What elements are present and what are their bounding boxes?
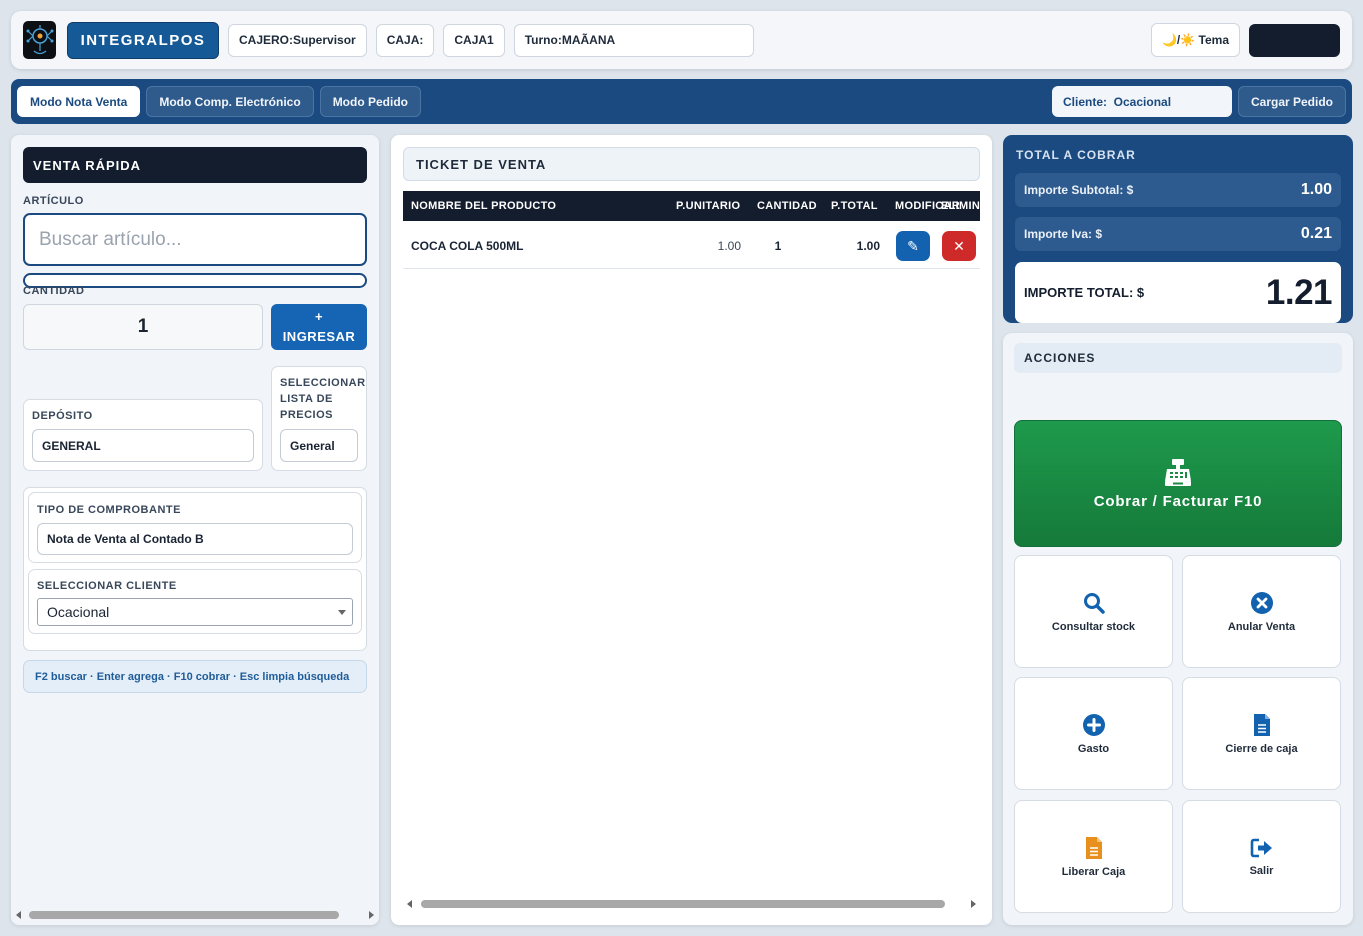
- subtotal-label: Importe Subtotal: $: [1024, 183, 1134, 197]
- left-horizontal-scrollbar[interactable]: [14, 908, 376, 922]
- seleccionar-cliente-label: SELECCIONAR CLIENTE: [37, 580, 177, 592]
- deposito-label: DEPÓSITO: [32, 410, 93, 422]
- cliente-select[interactable]: Ocacional: [37, 598, 353, 626]
- document-icon: [1085, 836, 1102, 859]
- actions-panel: ACCIONES Cobrar / Facturar F10 Consultar…: [1003, 333, 1353, 925]
- cancel-circle-icon: [1250, 591, 1273, 614]
- theme-toggle-button[interactable]: 🌙/☀️ Tema: [1151, 23, 1240, 57]
- cobrar-facturar-button[interactable]: Cobrar / Facturar F10: [1014, 420, 1342, 547]
- total-row: IMPORTE TOTAL: $ 1.21: [1015, 262, 1341, 323]
- caja-value-chip: CAJA1: [443, 23, 505, 57]
- mode-nota-venta-button[interactable]: Modo Nota Venta: [17, 86, 141, 117]
- lista-precios-label: SELECCIONAR LISTA DE PRECIOS: [280, 377, 366, 421]
- keyboard-hint: F2 buscar · Enter agrega · F10 cobrar · …: [23, 660, 367, 693]
- cantidad-input[interactable]: 1: [23, 304, 263, 350]
- ticket-table-header: NOMBRE DEL PRODUCTO P.UNITARIO CANTIDAD …: [403, 191, 980, 221]
- col-nombre: NOMBRE DEL PRODUCTO: [411, 200, 557, 212]
- ticket-horizontal-scrollbar[interactable]: [405, 897, 978, 911]
- cash-register-icon: [1165, 459, 1191, 486]
- lista-precios-field[interactable]: General: [280, 429, 358, 462]
- articulo-label: ARTÍCULO: [23, 195, 84, 207]
- cierre-de-caja-button[interactable]: Cierre de caja: [1182, 677, 1341, 790]
- cajero-chip: CAJERO:Supervisor: [228, 23, 367, 57]
- venta-rapida-title: VENTA RÁPIDA: [23, 147, 367, 183]
- col-unitario: P.UNITARIO: [676, 200, 741, 212]
- gasto-button[interactable]: Gasto: [1014, 677, 1173, 790]
- ticket-panel: TICKET DE VENTA NOMBRE DEL PRODUCTO P.UN…: [391, 135, 992, 925]
- cargar-pedido-button[interactable]: Cargar Pedido: [1238, 86, 1346, 117]
- cobrar-label: Cobrar / Facturar F10: [1093, 493, 1263, 510]
- sign-out-icon: [1250, 838, 1272, 857]
- totals-panel: TOTAL A COBRAR Importe Subtotal: $ 1.00 …: [1003, 135, 1353, 323]
- table-row[interactable]: COCA COLA 500ML 1.00 1 1.00 ✎ ✕: [403, 223, 980, 269]
- plus-circle-icon: [1082, 713, 1105, 736]
- gasto-label: Gasto: [1077, 742, 1110, 755]
- close-icon: ✕: [953, 237, 965, 254]
- col-cantidad: CANTIDAD: [757, 200, 817, 212]
- subtotal-row: Importe Subtotal: $ 1.00: [1015, 173, 1341, 207]
- liberar-caja-button[interactable]: Liberar Caja: [1014, 800, 1173, 913]
- subtotal-value: 1.00: [1300, 181, 1332, 198]
- lista-precios-card: SELECCIONAR LISTA DE PRECIOS General: [271, 366, 367, 471]
- scroll-right-arrow-icon[interactable]: [971, 900, 976, 908]
- consultar-stock-button[interactable]: Consultar stock: [1014, 555, 1173, 668]
- ingresar-label: INGRESAR: [282, 329, 356, 344]
- tipo-comprobante-label: TIPO DE COMPROBANTE: [37, 504, 181, 516]
- caja-label-chip: CAJA:: [375, 23, 435, 57]
- row-total: 1.00: [856, 239, 880, 253]
- scroll-left-arrow-icon[interactable]: [407, 900, 412, 908]
- search-icon: [1083, 592, 1105, 614]
- deposito-card: DEPÓSITO GENERAL: [23, 399, 263, 471]
- ingresar-plus: +: [314, 309, 324, 324]
- chevron-down-icon: [338, 610, 346, 615]
- delete-row-button[interactable]: ✕: [942, 231, 976, 261]
- scrollbar-thumb[interactable]: [29, 911, 339, 919]
- tipo-comprobante-field[interactable]: Nota de Venta al Contado B: [37, 523, 353, 555]
- cliente-select-value: Ocacional: [47, 604, 110, 620]
- mode-pedido-button[interactable]: Modo Pedido: [319, 86, 422, 117]
- cierre-de-caja-label: Cierre de caja: [1225, 742, 1298, 755]
- salir-label: Salir: [1249, 864, 1274, 877]
- document-icon: [1253, 713, 1270, 736]
- user-menu-button[interactable]: [1249, 23, 1340, 57]
- turno-chip: Turno:MAÃANA: [513, 23, 754, 57]
- scrollbar-thumb[interactable]: [421, 900, 945, 908]
- ticket-title: TICKET DE VENTA: [403, 147, 980, 181]
- deposito-field[interactable]: GENERAL: [32, 429, 254, 462]
- app-logo: [23, 21, 56, 59]
- mode-bar: Modo Nota Venta Modo Comp. Electrónico M…: [11, 79, 1352, 124]
- comprobante-cliente-card: TIPO DE COMPROBANTE Nota de Venta al Con…: [23, 487, 367, 651]
- top-header: INTEGRALPOS CAJERO:Supervisor CAJA: CAJA…: [11, 11, 1352, 69]
- row-nombre: COCA COLA 500ML: [411, 239, 524, 253]
- actions-title: ACCIONES: [1014, 343, 1342, 373]
- brand-button[interactable]: INTEGRALPOS: [67, 21, 219, 59]
- liberar-caja-label: Liberar Caja: [1061, 865, 1126, 878]
- ingresar-button[interactable]: + INGRESAR: [271, 304, 367, 350]
- cantidad-label: CANTIDAD: [23, 285, 85, 297]
- edit-row-button[interactable]: ✎: [896, 231, 930, 261]
- total-value: 1.21: [1265, 272, 1333, 312]
- total-label: IMPORTE TOTAL: $: [1024, 285, 1145, 300]
- scroll-left-arrow-icon[interactable]: [16, 911, 21, 919]
- anular-venta-button[interactable]: Anular Venta: [1182, 555, 1341, 668]
- col-total: P.TOTAL: [831, 200, 878, 212]
- row-cantidad: 1: [774, 239, 782, 253]
- articulo-search-input[interactable]: Buscar artículo...: [23, 213, 367, 266]
- scroll-right-arrow-icon[interactable]: [369, 911, 374, 919]
- venta-rapida-panel: VENTA RÁPIDA ARTÍCULO Buscar artículo...…: [11, 135, 379, 925]
- iva-row: Importe Iva: $ 0.21: [1015, 217, 1341, 251]
- mode-comp-electronico-button[interactable]: Modo Comp. Electrónico: [146, 86, 314, 117]
- consultar-stock-label: Consultar stock: [1051, 620, 1136, 633]
- iva-value: 0.21: [1300, 225, 1332, 242]
- tipo-comprobante-card: TIPO DE COMPROBANTE Nota de Venta al Con…: [28, 492, 362, 563]
- totals-title: TOTAL A COBRAR: [1016, 148, 1136, 162]
- seleccionar-cliente-card: SELECCIONAR CLIENTE Ocacional: [28, 569, 362, 634]
- col-eliminar: ELIMINAR: [941, 200, 980, 212]
- row-unitario: 1.00: [717, 239, 741, 253]
- pencil-icon: ✎: [907, 237, 919, 254]
- salir-button[interactable]: Salir: [1182, 800, 1341, 913]
- iva-label: Importe Iva: $: [1024, 227, 1103, 241]
- client-chip[interactable]: Cliente: Ocacional: [1052, 86, 1232, 117]
- anular-venta-label: Anular Venta: [1227, 620, 1296, 633]
